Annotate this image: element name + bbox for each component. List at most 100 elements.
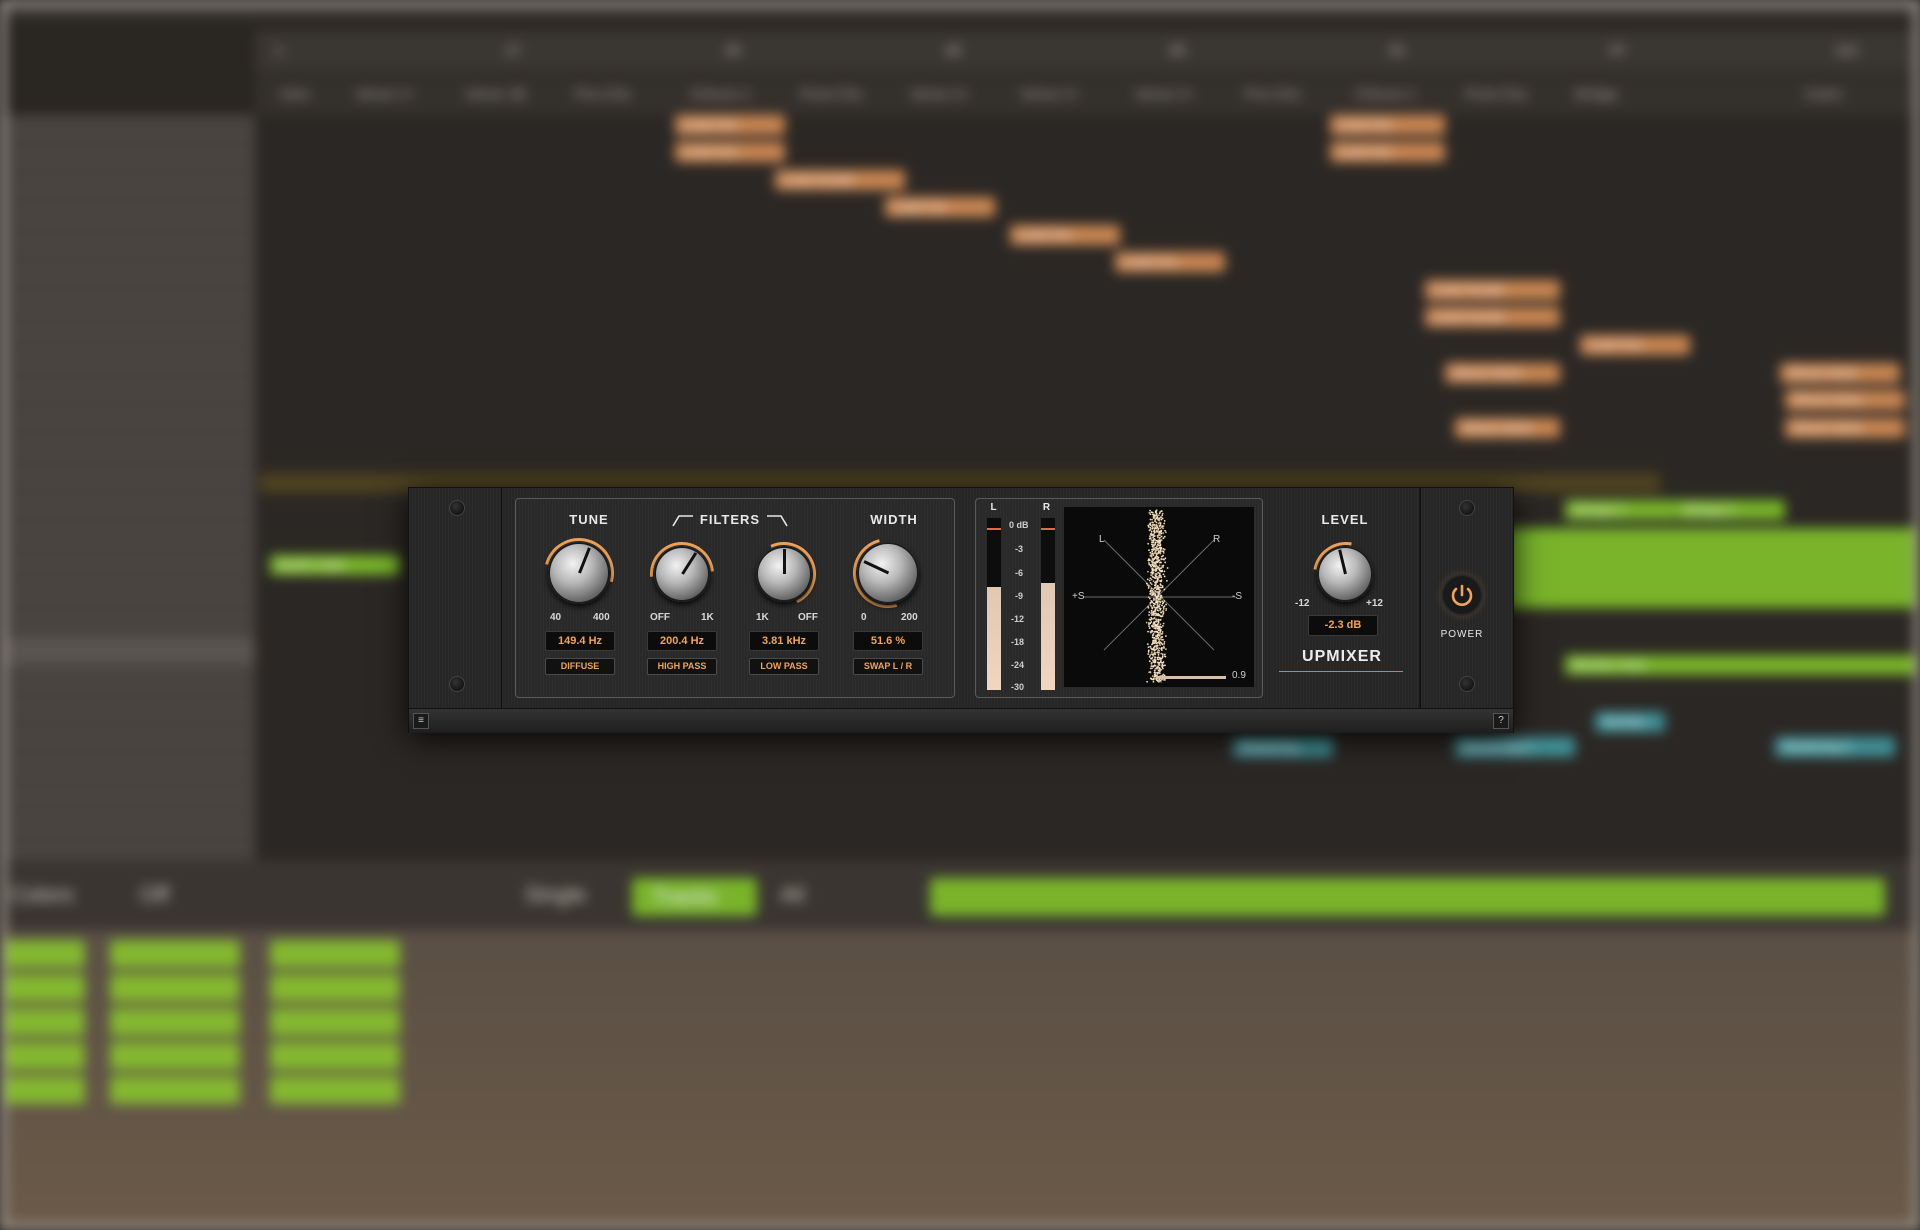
highpass-knob[interactable] bbox=[654, 546, 710, 602]
scope-sample bbox=[1157, 663, 1160, 666]
scope-sample bbox=[1156, 633, 1159, 636]
width-knob[interactable] bbox=[857, 542, 919, 604]
menu-icon[interactable]: ≡ bbox=[413, 713, 429, 729]
scope-sample bbox=[1148, 579, 1151, 582]
scope-sample bbox=[1152, 633, 1155, 635]
scope-sample bbox=[1160, 529, 1163, 532]
scope-sample bbox=[1155, 527, 1158, 530]
scope-sample bbox=[1161, 643, 1164, 646]
scope-sample bbox=[1152, 654, 1155, 657]
scope-sample bbox=[1156, 667, 1158, 669]
scope-sample bbox=[1157, 653, 1160, 656]
scope-sample bbox=[1155, 648, 1157, 651]
scope-sample bbox=[1155, 575, 1157, 578]
scope-sample bbox=[1159, 547, 1162, 550]
scope-sample bbox=[1149, 518, 1152, 521]
meter-right bbox=[1041, 518, 1055, 690]
scope-sample bbox=[1156, 577, 1159, 580]
scope-sample bbox=[1159, 660, 1162, 663]
width-min-label: 0 bbox=[861, 612, 867, 623]
scope-sample bbox=[1158, 607, 1161, 610]
scope-sample bbox=[1151, 527, 1154, 529]
scope-sample bbox=[1149, 559, 1152, 562]
scope-sample bbox=[1161, 569, 1163, 572]
scope-sample bbox=[1147, 622, 1150, 624]
scope-sample bbox=[1165, 607, 1168, 610]
scope-sample bbox=[1157, 628, 1160, 630]
scope-sample bbox=[1159, 623, 1162, 626]
diffuse-button[interactable]: DIFFUSE bbox=[545, 658, 615, 675]
scope-sample bbox=[1160, 567, 1163, 569]
scope-sample bbox=[1157, 551, 1160, 553]
scope-sample bbox=[1148, 623, 1150, 626]
scope-sample bbox=[1159, 618, 1162, 621]
tune-max-label: 400 bbox=[593, 612, 610, 623]
scope-sample bbox=[1164, 655, 1167, 658]
upmixer-plugin-window: TUNE 40 400 149.4 Hz DIFFUSE FILTERS OFF… bbox=[408, 487, 1514, 733]
scope-sample bbox=[1155, 530, 1158, 533]
scope-sample bbox=[1150, 657, 1152, 660]
scope-sample bbox=[1160, 561, 1162, 564]
scope-sample bbox=[1159, 644, 1162, 647]
scope-sample bbox=[1150, 511, 1153, 514]
scope-sample bbox=[1157, 618, 1160, 621]
level-knob[interactable] bbox=[1317, 546, 1373, 602]
scope-sample bbox=[1150, 653, 1153, 656]
scope-sample bbox=[1155, 572, 1158, 575]
scope-sample bbox=[1158, 537, 1161, 539]
meter-scale-mark: -30 bbox=[1011, 682, 1025, 692]
scope-sample bbox=[1162, 532, 1165, 534]
scope-sample bbox=[1163, 588, 1166, 591]
help-button[interactable]: ? bbox=[1493, 713, 1509, 729]
low-pass-button[interactable]: LOW PASS bbox=[749, 658, 819, 675]
scope-sample bbox=[1147, 630, 1149, 633]
lowpass-icon bbox=[767, 515, 788, 527]
scope-sample bbox=[1163, 653, 1166, 656]
scope-sample bbox=[1161, 610, 1164, 612]
scope-sample bbox=[1151, 545, 1154, 548]
scope-sample bbox=[1146, 643, 1149, 646]
level-min-label: -12 bbox=[1295, 598, 1310, 609]
scope-sample bbox=[1151, 643, 1153, 646]
scope-sample bbox=[1145, 582, 1148, 585]
swap-lr-button[interactable]: SWAP L / R bbox=[853, 658, 923, 675]
scope-sample bbox=[1158, 573, 1161, 575]
scope-sample bbox=[1146, 584, 1149, 587]
scope-sample bbox=[1154, 541, 1157, 544]
scope-plus-s-label: +S bbox=[1072, 591, 1085, 602]
scope-sample bbox=[1151, 548, 1153, 551]
scope-sample bbox=[1155, 618, 1157, 621]
scope-sample bbox=[1158, 530, 1161, 533]
scope-sample bbox=[1150, 583, 1153, 586]
high-pass-button[interactable]: HIGH PASS bbox=[647, 658, 717, 675]
scope-sample bbox=[1152, 559, 1154, 562]
scope-sample bbox=[1155, 597, 1158, 600]
scope-sample bbox=[1156, 623, 1159, 625]
tune-knob[interactable] bbox=[548, 542, 610, 604]
stereo-scope: L R +S -S 0.9 bbox=[1063, 506, 1255, 688]
scope-sample bbox=[1161, 565, 1164, 567]
scope-sample bbox=[1152, 604, 1155, 607]
scope-sample bbox=[1154, 543, 1156, 546]
meter-scale-mark: -3 bbox=[1015, 544, 1024, 554]
highpass-max-label: 1K bbox=[701, 612, 714, 623]
lowpass-knob[interactable] bbox=[756, 546, 812, 602]
screw-icon bbox=[449, 676, 465, 692]
scope-sample bbox=[1147, 653, 1150, 655]
scope-sample bbox=[1161, 604, 1163, 607]
scope-sample bbox=[1151, 613, 1154, 616]
power-button[interactable] bbox=[1443, 576, 1481, 614]
lowpass-value-display: 3.81 kHz bbox=[749, 631, 819, 651]
scope-sample bbox=[1159, 527, 1162, 530]
scope-sample bbox=[1165, 603, 1168, 606]
scope-sample bbox=[1159, 552, 1162, 555]
scope-sample bbox=[1150, 565, 1153, 568]
scope-sample bbox=[1160, 636, 1163, 639]
scope-sample bbox=[1158, 667, 1161, 669]
scope-sample bbox=[1157, 638, 1160, 640]
correlation-bar bbox=[1156, 676, 1226, 679]
scope-sample bbox=[1152, 561, 1154, 564]
scope-sample bbox=[1151, 607, 1154, 610]
scope-sample bbox=[1152, 588, 1155, 591]
scope-sample bbox=[1162, 608, 1165, 610]
